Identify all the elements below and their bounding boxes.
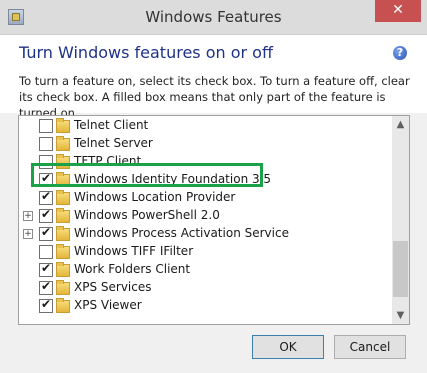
feature-row[interactable]: Telnet Server: [19, 135, 393, 153]
feature-checkbox[interactable]: [39, 189, 53, 205]
folder-icon: [56, 298, 70, 313]
feature-row[interactable]: Work Folders Client: [19, 261, 393, 279]
feature-label: Telnet Client: [74, 118, 149, 132]
description-text: To turn a feature on, select its check b…: [19, 74, 410, 120]
scroll-up-arrow-icon[interactable]: ▲: [392, 116, 409, 133]
feature-checkbox[interactable]: [39, 207, 53, 223]
feature-label: Windows Process Activation Service: [74, 226, 289, 240]
close-button[interactable]: ✕: [375, 0, 421, 22]
feature-label: XPS Services: [74, 280, 152, 294]
folder-icon: [56, 244, 70, 259]
expand-plus-icon[interactable]: +: [23, 211, 33, 221]
feature-checkbox[interactable]: [39, 279, 53, 295]
feature-row[interactable]: Telnet Client: [19, 117, 393, 135]
feature-label: Telnet Server: [74, 136, 153, 150]
folder-icon: [56, 226, 70, 241]
window-title: Windows Features: [145, 8, 282, 26]
scroll-thumb[interactable]: [393, 241, 408, 297]
feature-checkbox[interactable]: [39, 119, 53, 133]
title-bar[interactable]: Windows Features ✕: [0, 0, 427, 35]
folder-icon: [56, 118, 70, 133]
folder-icon: [56, 190, 70, 205]
feature-label: Windows PowerShell 2.0: [74, 208, 220, 222]
feature-checkbox[interactable]: [39, 137, 53, 151]
feature-row[interactable]: + Windows Process Activation Service: [19, 225, 393, 243]
page-title: Turn Windows features on or off: [19, 43, 273, 62]
feature-checkbox[interactable]: [39, 225, 53, 241]
windows-features-dialog: Windows Features ✕ Turn Windows features…: [0, 0, 427, 373]
feature-label: Work Folders Client: [74, 262, 191, 276]
feature-label: XPS Viewer: [74, 298, 142, 312]
vertical-scrollbar[interactable]: ▲ ▼: [392, 116, 409, 324]
highlight-box: [31, 163, 263, 187]
feature-row[interactable]: XPS Services: [19, 279, 393, 297]
feature-checkbox[interactable]: [39, 297, 53, 313]
expand-plus-icon[interactable]: +: [23, 229, 33, 239]
folder-icon: [56, 280, 70, 295]
feature-row[interactable]: Windows Location Provider: [19, 189, 393, 207]
feature-checkbox[interactable]: [39, 261, 53, 277]
folder-icon: [56, 208, 70, 223]
feature-row[interactable]: Windows TIFF IFilter: [19, 243, 393, 261]
cancel-button[interactable]: Cancel: [334, 335, 406, 359]
ok-button[interactable]: OK: [252, 335, 324, 359]
folder-icon: [56, 262, 70, 277]
feature-row[interactable]: + Windows PowerShell 2.0: [19, 207, 393, 225]
header-area: Turn Windows features on or off ? To tur…: [0, 35, 427, 120]
help-icon[interactable]: ?: [393, 46, 407, 60]
scroll-down-arrow-icon[interactable]: ▼: [392, 307, 409, 324]
folder-icon: [56, 136, 70, 151]
feature-tree[interactable]: XPS Viewer XPS Services Work Folders Clien…: [18, 115, 410, 325]
feature-label: Windows TIFF IFilter: [74, 244, 194, 258]
feature-row[interactable]: XPS Viewer: [19, 297, 393, 315]
feature-checkbox[interactable]: [39, 245, 53, 259]
feature-label: Windows Location Provider: [74, 190, 236, 204]
